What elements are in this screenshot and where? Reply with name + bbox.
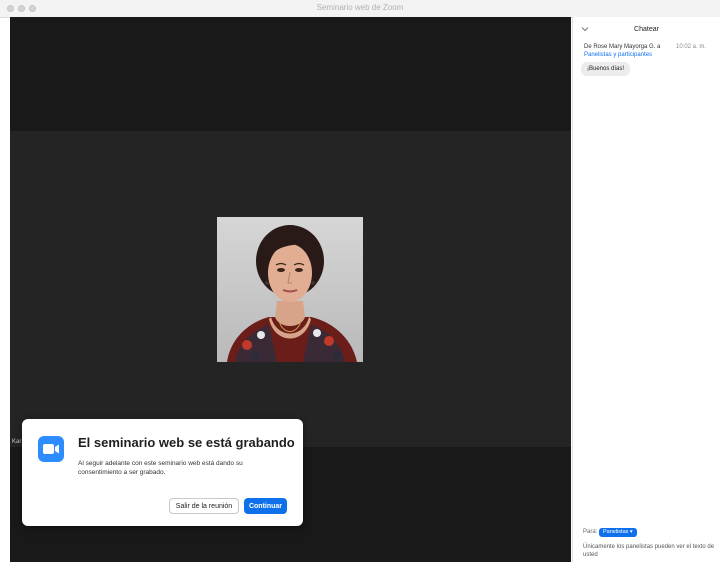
continue-button[interactable]: Continuar <box>244 498 287 514</box>
speaker-stage <box>10 131 571 447</box>
zoom-camera-icon <box>38 436 64 462</box>
chat-message-recipient[interactable]: Panelistas y participantes <box>584 52 652 58</box>
leave-meeting-button[interactable]: Salir de la reunión <box>169 498 239 514</box>
participant-photo <box>217 217 363 362</box>
dialog-message: Al seguir adelante con este seminario we… <box>78 460 243 476</box>
chat-panel: Chatear De Rose Mary Mayorga G. a 10:02 … <box>572 17 720 562</box>
dialog-title: El seminario web se está grabando <box>78 435 295 450</box>
chat-to-label: Para: <box>583 529 598 535</box>
chat-title: Chatear <box>634 26 659 33</box>
chat-recipient-select[interactable]: Panelistas ▾ <box>599 528 637 537</box>
window-titlebar: Seminario web de Zoom <box>0 0 720 18</box>
recording-consent-dialog: El seminario web se está grabando Al seg… <box>22 419 303 526</box>
chat-message-time: 10:02 a. m. <box>676 44 707 50</box>
chat-recipient-value: Panelistas <box>603 529 629 535</box>
chat-message-bubble: ¡Buenos días! <box>581 62 631 76</box>
stage-letterbox-top <box>10 17 571 131</box>
window-title: Seminario web de Zoom <box>316 3 404 12</box>
chat-visibility-note: Únicamente los panelistas pueden ver el … <box>583 544 715 558</box>
chat-message-sender: De Rose Mary Mayorga G. a <box>584 44 661 50</box>
participant-name-label: Kar <box>12 439 22 445</box>
chevron-down-icon: ▾ <box>629 529 633 535</box>
